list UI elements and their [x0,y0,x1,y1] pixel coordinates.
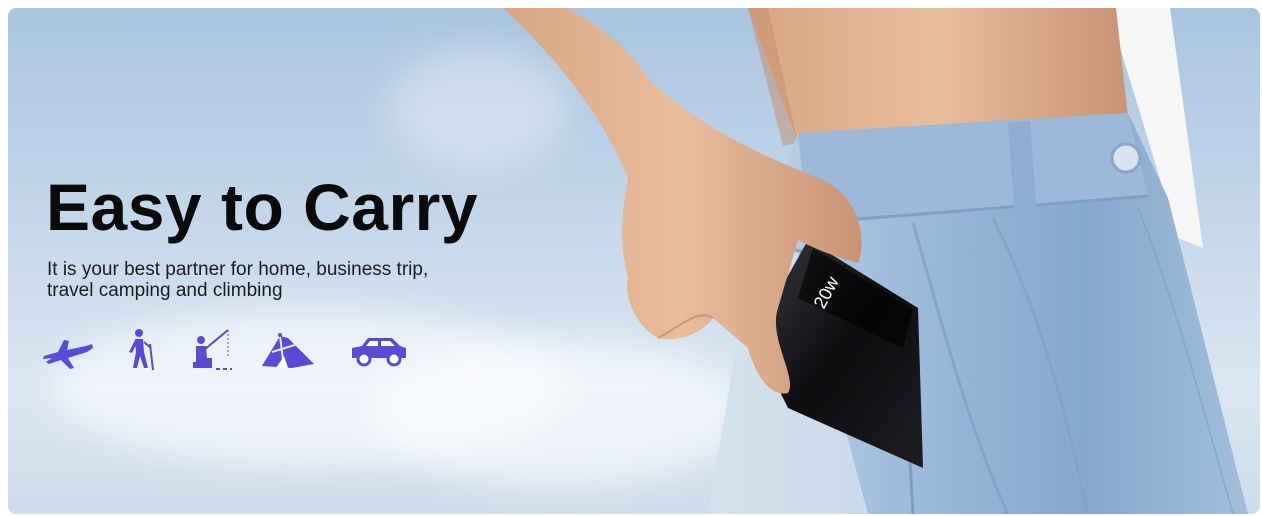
fishing-icon [193,329,232,370]
product-banner: 20w Easy to Carry It is your best partne… [8,8,1260,514]
activity-icons [38,328,418,372]
subline: It is your best partner for home, busine… [47,259,429,301]
pants-button [1110,142,1142,174]
headline: Easy to Carry [46,170,479,244]
hiking-icon [129,329,154,371]
tent-icon [262,333,314,369]
airplane-icon [43,340,93,369]
car-icon [352,338,406,367]
